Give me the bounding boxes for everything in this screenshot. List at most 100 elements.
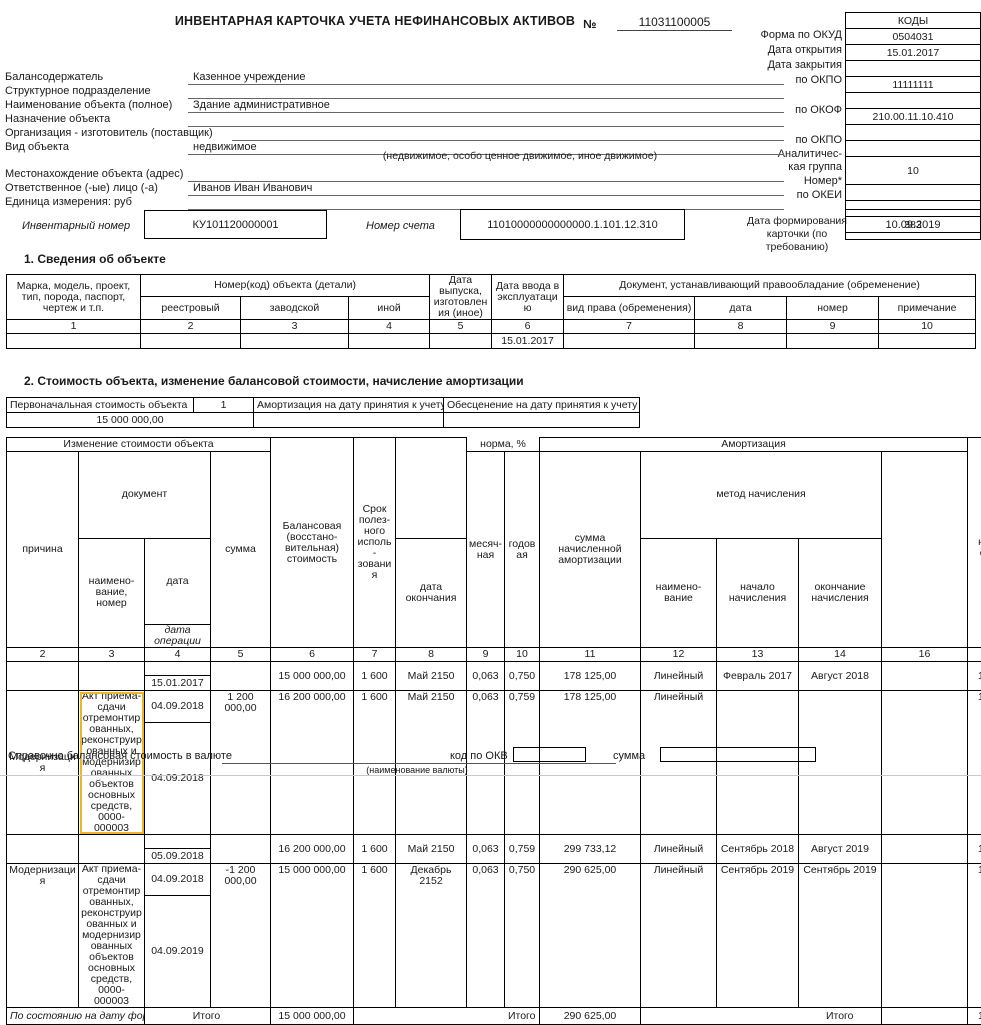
s2-r2-book-value[interactable]: 16 200 000,00 <box>271 835 354 864</box>
s2-r3-end-date[interactable]: Декабрь 2152 <box>396 864 467 1008</box>
sum-value[interactable] <box>660 747 816 762</box>
s2-r2-method-end[interactable]: Август 2019 <box>799 835 882 864</box>
account-number-value[interactable]: 11010000000000000.1.101.12.310 <box>460 209 685 240</box>
initial-cost-value[interactable]: 15 000 000,00 <box>7 413 254 428</box>
s2-r1-impair-sum[interactable] <box>882 691 968 835</box>
s2-r2-norm-month[interactable]: 0,063 <box>467 835 505 864</box>
s2-r2-impair-sum[interactable] <box>882 835 968 864</box>
s2-colnum-15: 15 <box>968 648 981 662</box>
s2-r0-norm-month[interactable]: 0,063 <box>467 662 505 691</box>
s2-r2-useful-life[interactable]: 1 600 <box>354 835 396 864</box>
card-number-value[interactable]: 11031100005 <box>617 15 732 31</box>
s2-r0-method-start[interactable]: Февраль 2017 <box>717 662 799 691</box>
s2-r3-book-value[interactable]: 15 000 000,00 <box>271 864 354 1008</box>
s2-r3-doc-date1[interactable]: 04.09.2018 <box>145 864 211 896</box>
s2-r2-reason[interactable] <box>7 835 79 864</box>
s1-cell-7[interactable] <box>564 334 695 349</box>
s2-r0-doc-date1[interactable] <box>145 662 211 676</box>
amort-on-date-value[interactable] <box>254 413 444 428</box>
s1-cell-6[interactable]: 15.01.2017 <box>492 334 564 349</box>
s2-r2-doc-date2[interactable]: 05.09.2018 <box>145 849 211 864</box>
field-value-podrazdelenie[interactable] <box>188 85 784 99</box>
field-value-mestonahozhdenie[interactable] <box>188 168 784 182</box>
s2-r2-norm-year[interactable]: 0,759 <box>505 835 540 864</box>
vid-obekta-note: (недвижимое, особо ценное движимое, иное… <box>340 150 700 162</box>
s2-r2-doc-name[interactable] <box>79 835 145 864</box>
s2-header-sum: сумма <box>211 452 271 648</box>
s2-r0-doc-date2[interactable]: 15.01.2017 <box>145 676 211 691</box>
s2-r0-doc-name[interactable] <box>79 662 145 691</box>
s2-r3-norm-month[interactable]: 0,063 <box>467 864 505 1008</box>
s2-r0-sum[interactable] <box>211 662 271 691</box>
s2-r0-amort-sum[interactable]: 178 125,00 <box>540 662 641 691</box>
s2-r3-method-start[interactable]: Сентябрь 2019 <box>717 864 799 1008</box>
field-value-naimenovanie[interactable]: Здание административное <box>188 99 784 113</box>
inventory-number-label: Инвентарный номер <box>22 220 130 232</box>
s2-r3-impair-sum[interactable] <box>882 864 968 1008</box>
s2-r1-method-start[interactable] <box>717 691 799 835</box>
s2-r3-method-end[interactable]: Сентябрь 2019 <box>799 864 882 1008</box>
s1-cell-8[interactable] <box>695 334 787 349</box>
s2-r0-method-end[interactable]: Август 2018 <box>799 662 882 691</box>
s2-r3-method-name[interactable]: Линейный <box>641 864 717 1008</box>
s2-r1-doc-name[interactable]: Акт приема-сдачи отремонтированных, реко… <box>79 691 145 835</box>
s1-cell-10[interactable] <box>879 334 976 349</box>
s2-r2-residual[interactable]: 15 900 266,88 <box>968 835 981 864</box>
s2-r0-useful-life[interactable]: 1 600 <box>354 662 396 691</box>
okv-value[interactable] <box>513 747 586 762</box>
s2-r0-norm-year[interactable]: 0,750 <box>505 662 540 691</box>
s2-r0-impair-sum[interactable] <box>882 662 968 691</box>
formed-date-label: Дата формирования карточки (по требовани… <box>742 215 852 254</box>
impair-on-date-value[interactable] <box>444 413 640 428</box>
s2-r3-reason[interactable]: Модернизация <box>7 864 79 1008</box>
field-value-izgotovitel[interactable] <box>232 127 784 141</box>
s1-cell-5[interactable] <box>430 334 492 349</box>
s1-colnum-10: 10 <box>879 320 976 334</box>
s2-r2-method-start[interactable]: Сентябрь 2018 <box>717 835 799 864</box>
s2-r2-end-date[interactable]: Май 2150 <box>396 835 467 864</box>
s1-cell-9[interactable] <box>787 334 879 349</box>
s2-r0-end-date[interactable]: Май 2150 <box>396 662 467 691</box>
s2-r3-sum[interactable]: -1 200 000,00 <box>211 864 271 1008</box>
s2-r3-doc-date2[interactable]: 04.09.2019 <box>145 896 211 1008</box>
totals-itogo-label-3: Итого <box>799 1008 882 1025</box>
s1-cell-4[interactable] <box>349 334 430 349</box>
s2-r3-amort-sum[interactable]: 290 625,00 <box>540 864 641 1008</box>
s1-cell-3[interactable] <box>241 334 349 349</box>
s2-r3-doc-name[interactable]: Акт приема-сдачи отремонтированных, реко… <box>79 864 145 1008</box>
s2-r1-residual[interactable]: 16 021 875,00 <box>968 691 981 835</box>
s2-r0-method-name[interactable]: Линейный <box>641 662 717 691</box>
s2-header-method-name: наимено- вание <box>641 538 717 648</box>
field-value-otvetstvennoe[interactable]: Иванов Иван Иванович <box>188 182 784 196</box>
s2-r0-residual[interactable]: 14 821 875,00 <box>968 662 981 691</box>
s2-colnum-13: 13 <box>717 648 799 662</box>
totals-row: По состоянию на дату формирования Итого … <box>7 1008 981 1025</box>
s1-cell-1[interactable] <box>7 334 141 349</box>
s2-r0-reason[interactable] <box>7 662 79 691</box>
s2-r2-sum[interactable] <box>211 835 271 864</box>
s2-r3-useful-life[interactable]: 1 600 <box>354 864 396 1008</box>
inventory-number-value[interactable]: КУ101120000001 <box>144 210 327 239</box>
field-value-edinica[interactable] <box>188 196 784 210</box>
s2-colnum-14: 14 <box>799 648 882 662</box>
s2-r1-method-end[interactable] <box>799 691 882 835</box>
totals-itogo-label-1: Итого <box>145 1008 271 1025</box>
field-value-naznachenie[interactable] <box>188 113 784 127</box>
s2-r2-method-name[interactable]: Линейный <box>641 835 717 864</box>
s2-r1-method-name[interactable]: Линейный <box>641 691 717 835</box>
s2-r1-reason[interactable]: Модернизация <box>7 691 79 835</box>
formed-date-value[interactable]: 10.09.2019 <box>845 209 981 240</box>
s2-r3-residual[interactable]: 14 709 375,00 <box>968 864 981 1008</box>
s2-r2-doc-date1[interactable] <box>145 835 211 849</box>
s2-r0-book-value[interactable]: 15 000 000,00 <box>271 662 354 691</box>
formed-date-label-line1: Дата формирования <box>747 215 847 227</box>
s2-r2-amort-sum[interactable]: 299 733,12 <box>540 835 641 864</box>
s1-cell-2[interactable] <box>141 334 241 349</box>
s2-r1-doc-date2[interactable]: 04.09.2018 <box>145 723 211 835</box>
s2-r3-norm-year[interactable]: 0,750 <box>505 864 540 1008</box>
totals-itogo-label-2: Итого <box>505 1008 540 1025</box>
s2-header-norm-group: норма, % <box>467 438 540 452</box>
s1-header-doc-date: дата <box>695 297 787 320</box>
field-value-balansoderzhatel[interactable]: Казенное учреждение <box>188 71 784 85</box>
s2-r1-doc-date1[interactable]: 04.09.2018 <box>145 691 211 723</box>
